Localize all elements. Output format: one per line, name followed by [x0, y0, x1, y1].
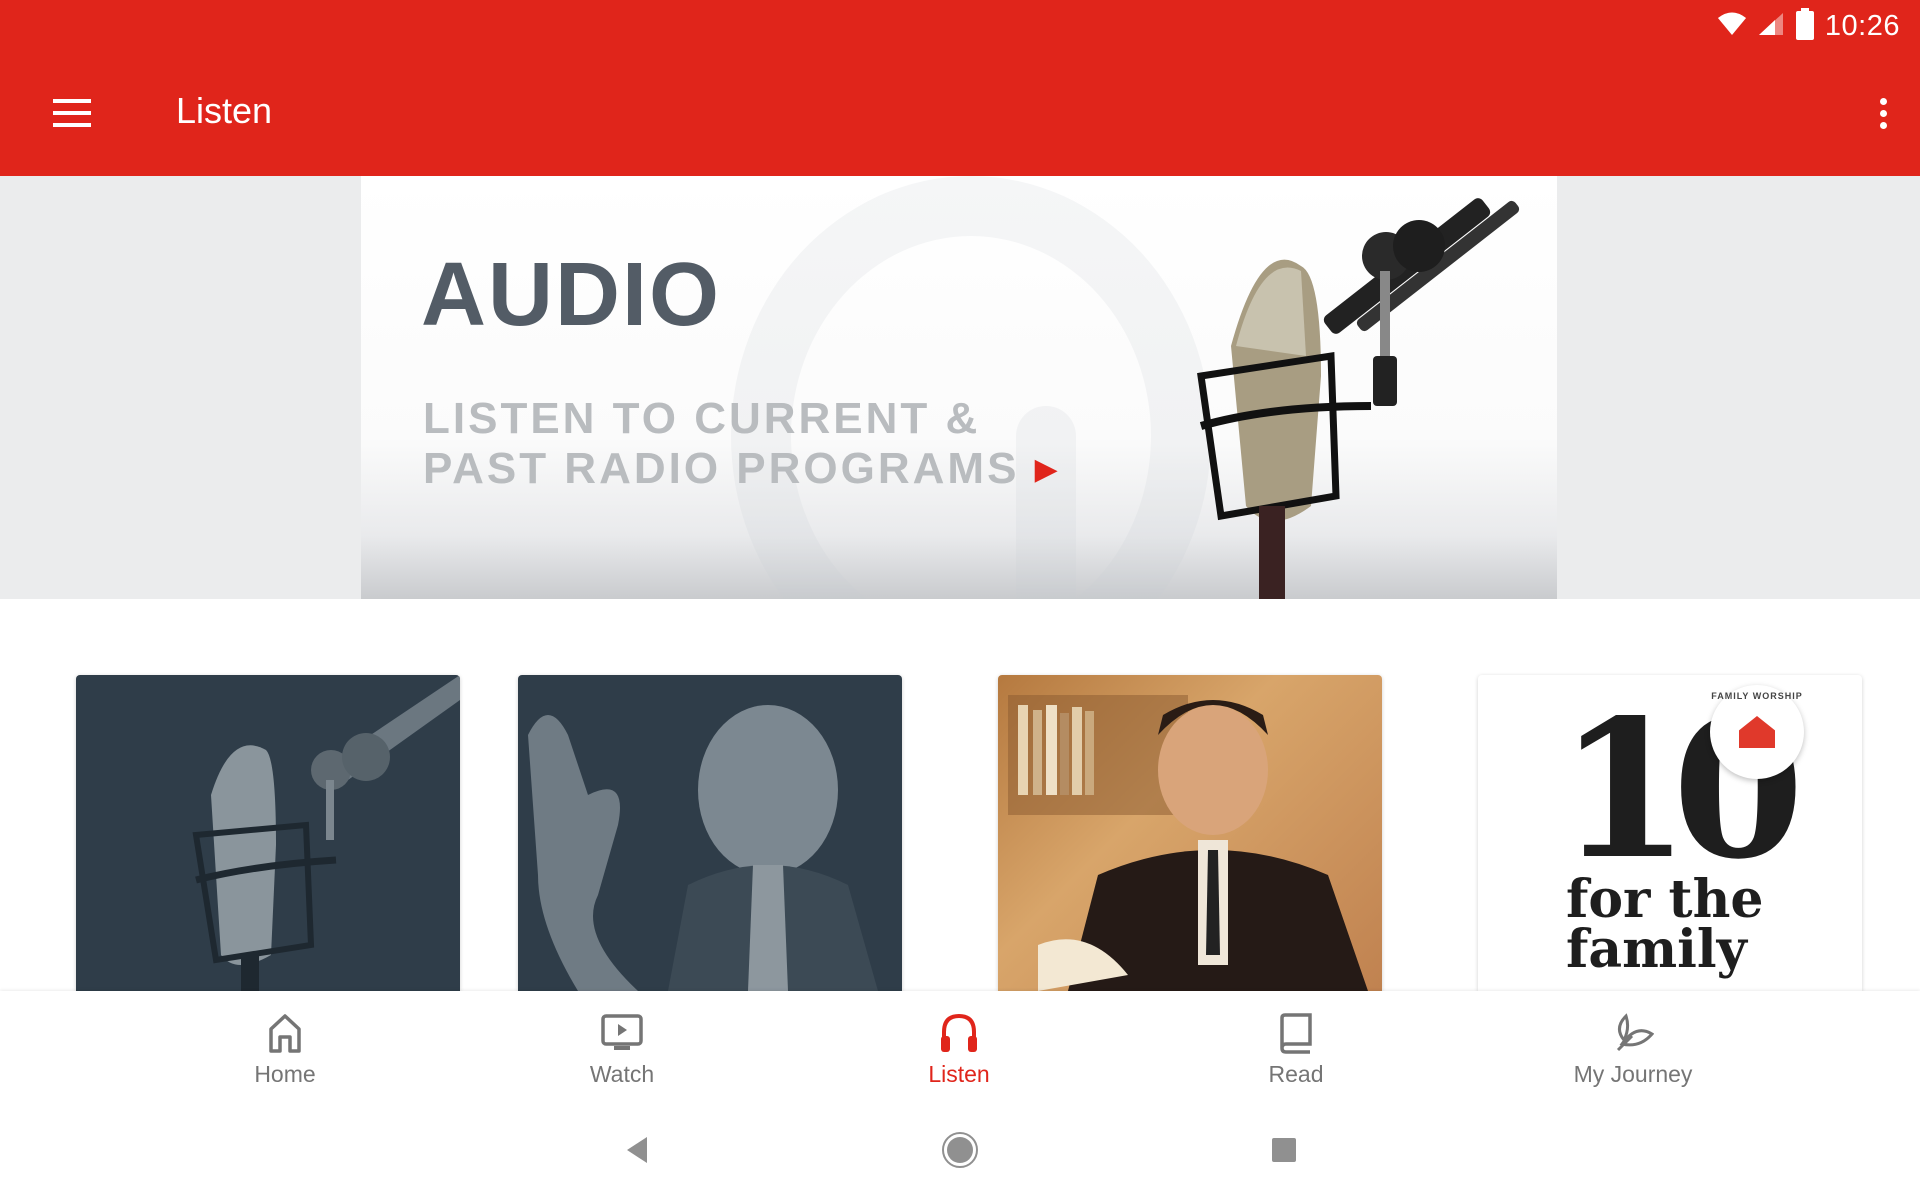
system-navigation-bar: [0, 1100, 1920, 1200]
program-card-10-for-the-family[interactable]: 10 for the family FAMILY WORSHIP: [1478, 675, 1862, 991]
back-icon[interactable]: [606, 1125, 666, 1175]
nav-item-listen[interactable]: Listen: [859, 991, 1059, 1100]
tv-play-icon: [600, 1011, 644, 1055]
house-icon: [1739, 716, 1775, 748]
leaf-icon: [1611, 1011, 1655, 1055]
nav-label: Listen: [928, 1061, 990, 1087]
nav-label: My Journey: [1573, 1061, 1693, 1087]
logo-line2: family: [1566, 919, 1747, 980]
microphone-image: [1197, 198, 1520, 599]
microphone-image: [192, 675, 460, 991]
headphones-watermark: [731, 176, 1211, 599]
hamburger-menu-icon[interactable]: [40, 88, 104, 138]
nav-item-my-journey[interactable]: My Journey: [1533, 991, 1733, 1100]
app-bar: 10:26 Listen: [0, 0, 1920, 176]
nav-label: Home: [254, 1061, 316, 1087]
nav-label: Read: [1268, 1061, 1324, 1087]
nav-item-watch[interactable]: Watch: [522, 991, 722, 1100]
more-vert-icon[interactable]: [1858, 88, 1908, 138]
nav-item-home[interactable]: Home: [185, 991, 385, 1100]
status-bar: 10:26: [1717, 6, 1900, 46]
logo-text: for the family: [1566, 869, 1764, 980]
bottom-navigation: Home Watch Listen Read My Journey: [0, 991, 1920, 1100]
program-card-microphone[interactable]: [76, 675, 460, 991]
speaker-photo: [528, 705, 878, 991]
banner-heading: AUDIO: [421, 245, 721, 345]
banner-subtitle-line1: LISTEN TO CURRENT &: [423, 394, 981, 443]
headphones-icon: [937, 1011, 981, 1055]
home-icon: [263, 1011, 307, 1055]
status-time: 10:26: [1824, 9, 1900, 42]
banner-subtitle: LISTEN TO CURRENT & PAST RADIO PROGRAMS …: [423, 394, 1058, 495]
vintage-photo: [1008, 695, 1368, 991]
book-icon: [1274, 1011, 1318, 1055]
banner-subtitle-line2: PAST RADIO PROGRAMS: [423, 444, 1020, 493]
badge-text: FAMILY WORSHIP: [1711, 691, 1803, 701]
logo-line1: for the: [1566, 869, 1764, 930]
family-worship-badge: FAMILY WORSHIP: [1710, 685, 1804, 779]
page-title: Listen: [176, 90, 273, 131]
nav-item-read[interactable]: Read: [1196, 991, 1396, 1100]
play-arrow-icon: ▶: [1034, 453, 1058, 486]
program-card-vintage-speaker[interactable]: [998, 675, 1382, 991]
audio-banner[interactable]: AUDIO LISTEN TO CURRENT & PAST RADIO PRO…: [361, 176, 1557, 599]
recents-icon[interactable]: [1254, 1125, 1314, 1175]
wifi-icon: [1717, 11, 1747, 42]
cell-signal-icon: [1757, 11, 1785, 42]
home-circle-icon[interactable]: [930, 1125, 990, 1175]
nav-label: Watch: [589, 1061, 655, 1087]
program-card-speaker[interactable]: [518, 675, 902, 991]
battery-icon: [1795, 7, 1815, 45]
